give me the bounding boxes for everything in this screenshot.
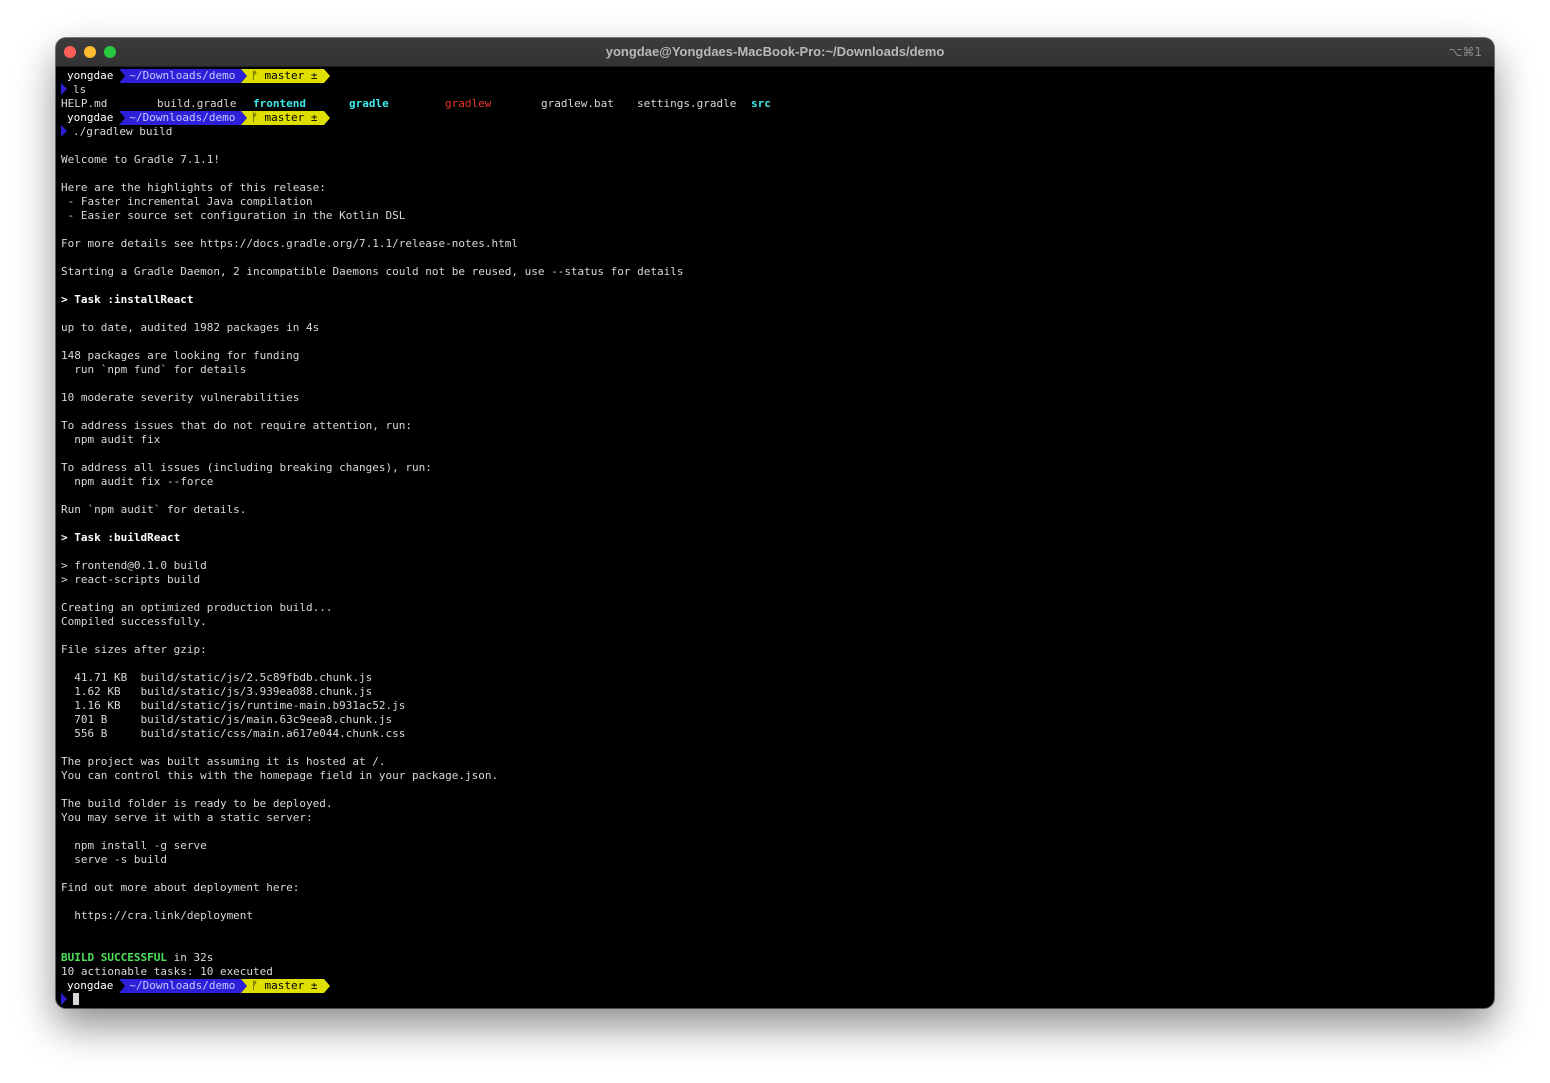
prompt-user: yongdae <box>61 979 120 993</box>
prompt-arrow-icon <box>61 993 67 1005</box>
prompt-path: ~/Downloads/demo <box>119 69 242 83</box>
ls-output: HELP.md build.gradle frontend gradle gra… <box>61 97 1494 111</box>
output-line: npm audit fix <box>61 433 161 446</box>
task-header: > Task :buildReact <box>61 531 181 544</box>
ls-item: gradle <box>349 97 389 110</box>
prompt-user: yongdae <box>61 111 120 125</box>
prompt-line: yongdae ~/Downloads/demo ᚠ master ± <box>61 69 1494 83</box>
prompt-arrow-icon <box>61 125 67 137</box>
terminal-window: yongdae@Yongdaes-MacBook-Pro:~/Downloads… <box>56 38 1494 1008</box>
output-line: Starting a Gradle Daemon, 2 incompatible… <box>61 265 684 278</box>
ls-item: build.gradle <box>157 97 237 110</box>
output-line: Here are the highlights of this release: <box>61 181 326 194</box>
title-bar: yongdae@Yongdaes-MacBook-Pro:~/Downloads… <box>56 38 1494 67</box>
file-size-line: 556 B build/static/css/main.a617e044.chu… <box>61 727 406 740</box>
terminal-body[interactable]: yongdae ~/Downloads/demo ᚠ master ± ls H… <box>56 67 1494 1007</box>
prompt-git-text: ᚠ master ± <box>251 69 318 82</box>
output-line: up to date, audited 1982 packages in 4s <box>61 321 320 334</box>
command-line: ./gradlew build <box>61 125 1494 139</box>
ls-item: frontend <box>253 97 306 110</box>
ls-item: HELP.md <box>61 97 108 110</box>
output-line: - Faster incremental Java compilation <box>61 195 313 208</box>
output-line: Run `npm audit` for details. <box>61 503 247 516</box>
ls-item: src <box>751 97 771 110</box>
prompt-git: ᚠ master ± <box>241 979 324 993</box>
prompt-path-text: ~/Downloads/demo <box>129 69 236 82</box>
build-success-label: BUILD SUCCESSFUL <box>61 951 167 964</box>
prompt-path-text: ~/Downloads/demo <box>129 111 236 124</box>
prompt-path-text: ~/Downloads/demo <box>129 979 236 992</box>
prompt-git: ᚠ master ± <box>241 111 324 125</box>
output-line: File sizes after gzip: <box>61 643 207 656</box>
file-size-line: 701 B build/static/js/main.63c9eea8.chun… <box>61 713 393 726</box>
output-line: For more details see https://docs.gradle… <box>61 237 518 250</box>
build-time: in 32s <box>166 951 214 964</box>
ls-item: settings.gradle <box>637 97 737 110</box>
build-result-line: BUILD SUCCESSFUL in 32s <box>61 951 1494 965</box>
file-size-line: 1.16 KB build/static/js/runtime-main.b93… <box>61 699 406 712</box>
tab-shortcut-label: ⌥⌘1 <box>1448 45 1482 59</box>
prompt-path: ~/Downloads/demo <box>119 111 242 125</box>
output-line: The build folder is ready to be deployed… <box>61 797 333 810</box>
output-line: 10 actionable tasks: 10 executed <box>61 965 273 978</box>
output-line: 10 moderate severity vulnerabilities <box>61 391 300 404</box>
output-line: The project was built assuming it is hos… <box>61 755 386 768</box>
ls-item: gradlew.bat <box>541 97 614 110</box>
output-line: > react-scripts build <box>61 573 201 586</box>
output-line: npm audit fix --force <box>61 475 214 488</box>
file-size-line: 41.71 KB build/static/js/2.5c89fbdb.chun… <box>61 671 373 684</box>
prompt-end-arrow <box>323 69 330 83</box>
window-title: yongdae@Yongdaes-MacBook-Pro:~/Downloads… <box>605 44 945 59</box>
output-line: You may serve it with a static server: <box>61 811 313 824</box>
output-line: Find out more about deployment here: <box>61 881 300 894</box>
prompt-line: yongdae ~/Downloads/demo ᚠ master ± <box>61 979 1494 993</box>
output-line: 148 packages are looking for funding <box>61 349 300 362</box>
command-text: ./gradlew build <box>73 125 173 138</box>
prompt-git: ᚠ master ± <box>241 69 324 83</box>
deploy-link[interactable]: https://cra.link/deployment <box>61 909 1494 923</box>
text-cursor <box>73 993 79 1005</box>
prompt-path: ~/Downloads/demo <box>119 979 242 993</box>
output-line: - Easier source set configuration in the… <box>61 209 406 222</box>
output-line: serve -s build <box>61 853 167 866</box>
output-line: Creating an optimized production build..… <box>61 601 333 614</box>
prompt-git-text: ᚠ master ± <box>251 979 318 992</box>
prompt-arrow-icon <box>61 83 67 95</box>
output-line: You can control this with the homepage f… <box>61 769 499 782</box>
output-line: Compiled successfully. <box>61 615 207 628</box>
output-line: To address issues that do not require at… <box>61 419 412 432</box>
prompt-git-text: ᚠ master ± <box>251 111 318 124</box>
prompt-end-arrow <box>323 111 330 125</box>
file-size-line: 1.62 KB build/static/js/3.939ea088.chunk… <box>61 685 373 698</box>
ls-item: gradlew <box>445 97 492 110</box>
output-line: > frontend@0.1.0 build <box>61 559 207 572</box>
command-line[interactable] <box>61 993 1494 1007</box>
prompt-user: yongdae <box>61 69 120 83</box>
prompt-line: yongdae ~/Downloads/demo ᚠ master ± <box>61 111 1494 125</box>
output-line: npm install -g serve <box>61 839 207 852</box>
output-line: Welcome to Gradle 7.1.1! <box>61 153 220 166</box>
command-text: ls <box>73 83 87 96</box>
task-header: > Task :installReact <box>61 293 194 306</box>
output-line: To address all issues (including breakin… <box>61 461 432 474</box>
prompt-end-arrow <box>323 979 330 993</box>
command-line: ls <box>61 83 1494 97</box>
output-line: run `npm fund` for details <box>61 363 247 376</box>
